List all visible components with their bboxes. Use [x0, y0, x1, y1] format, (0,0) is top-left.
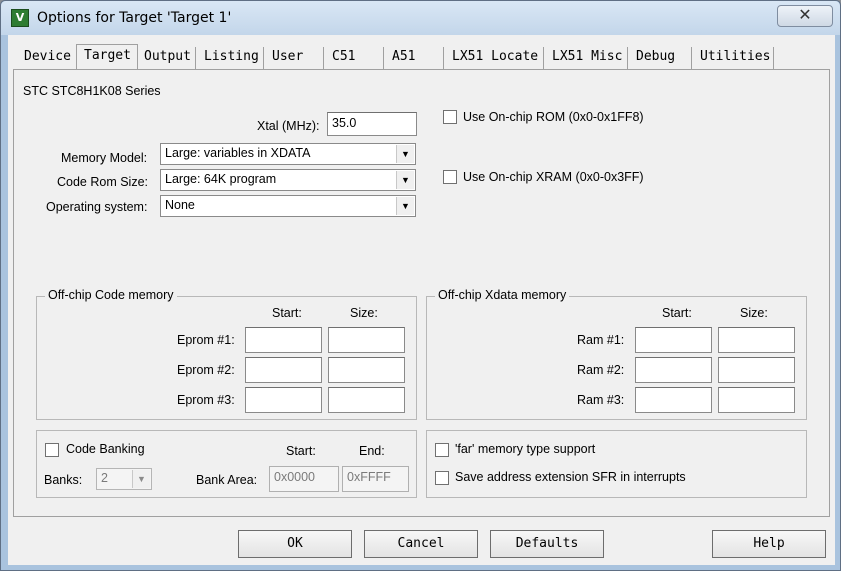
offchip-code-memory-group: Off-chip Code memory Start: Size: Eprom …	[36, 288, 417, 420]
code-rom-size-value: Large: 64K program	[165, 172, 277, 186]
tab-label: Target	[84, 48, 131, 63]
ram-1-label: Ram #1:	[577, 333, 625, 347]
xdata-start-header: Start:	[662, 306, 692, 320]
eprom-1-start-input[interactable]	[245, 327, 322, 353]
tab-listing[interactable]: Listing	[196, 47, 264, 69]
offchip-xdata-memory-title: Off-chip Xdata memory	[435, 288, 570, 302]
code-banking-checkbox[interactable]	[45, 443, 59, 457]
tab-strip: Device Target Output Listing User C51 A5…	[8, 35, 835, 70]
tab-c51[interactable]: C51	[324, 47, 384, 69]
memory-model-label: Memory Model:	[61, 151, 148, 165]
ram-2-label: Ram #2:	[577, 363, 625, 377]
tab-target[interactable]: Target	[76, 44, 138, 70]
tab-output[interactable]: Output	[136, 47, 196, 69]
help-button[interactable]: Help	[712, 530, 826, 558]
tab-label: Listing	[204, 49, 259, 64]
cancel-button[interactable]: Cancel	[364, 530, 478, 558]
ram-2-start-input[interactable]	[635, 357, 712, 383]
dropdown-arrow-icon: ▼	[396, 171, 414, 189]
banks-label: Banks:	[44, 473, 83, 487]
ram-3-size-input[interactable]	[718, 387, 795, 413]
eprom-1-label: Eprom #1:	[177, 333, 235, 347]
bank-end-header: End:	[359, 444, 385, 458]
tab-utilities[interactable]: Utilities	[692, 47, 774, 69]
eprom-2-start-input[interactable]	[245, 357, 322, 383]
keil-app-icon: V	[11, 9, 29, 27]
code-rom-size-select[interactable]: Large: 64K program ▼	[160, 169, 416, 191]
eprom-3-start-input[interactable]	[245, 387, 322, 413]
ram-1-start-input[interactable]	[635, 327, 712, 353]
tab-label: User	[272, 49, 304, 64]
ram-1-size-input[interactable]	[718, 327, 795, 353]
defaults-button[interactable]: Defaults	[490, 530, 604, 558]
eprom-3-size-input[interactable]	[328, 387, 405, 413]
dropdown-arrow-icon: ▼	[396, 145, 414, 163]
dropdown-arrow-icon: ▼	[396, 197, 414, 215]
offchip-code-memory-title: Off-chip Code memory	[45, 288, 177, 302]
eprom-3-label: Eprom #3:	[177, 393, 235, 407]
banks-value: 2	[101, 471, 108, 485]
tab-label: LX51 Misc	[552, 49, 623, 64]
tab-user[interactable]: User	[264, 47, 324, 69]
code-rom-size-label: Code Rom Size:	[57, 175, 149, 189]
tab-label: C51	[332, 49, 356, 64]
operating-system-select[interactable]: None ▼	[160, 195, 416, 217]
use-onchip-rom-label: Use On-chip ROM (0x0-0x1FF8)	[463, 110, 644, 124]
save-sfr-checkbox[interactable]	[435, 471, 449, 485]
tab-lx51-misc[interactable]: LX51 Misc	[544, 47, 628, 69]
tab-label: Debug	[636, 49, 676, 64]
eprom-2-label: Eprom #2:	[177, 363, 235, 377]
code-banking-label: Code Banking	[66, 442, 145, 456]
tab-a51[interactable]: A51	[384, 47, 444, 69]
tab-label: Output	[144, 49, 191, 64]
window-title: Options for Target 'Target 1'	[37, 10, 232, 26]
bank-area-label: Bank Area:	[196, 473, 258, 487]
tab-lx51-locate[interactable]: LX51 Locate	[444, 47, 544, 69]
xdata-size-header: Size:	[740, 306, 768, 320]
tab-label: LX51 Locate	[452, 49, 539, 64]
code-start-header: Start:	[272, 306, 302, 320]
tab-label: Device	[24, 49, 71, 64]
tab-debug[interactable]: Debug	[628, 47, 692, 69]
title-bar[interactable]: V Options for Target 'Target 1' ✕	[1, 1, 840, 35]
memory-model-value: Large: variables in XDATA	[165, 146, 311, 160]
ram-3-label: Ram #3:	[577, 393, 625, 407]
dialog-client-area: Device Target Output Listing User C51 A5…	[8, 35, 835, 565]
operating-system-value: None	[165, 198, 195, 212]
far-memory-checkbox[interactable]	[435, 443, 449, 457]
tab-label: Utilities	[700, 49, 771, 64]
ram-3-start-input[interactable]	[635, 387, 712, 413]
ok-button[interactable]: OK	[238, 530, 352, 558]
memory-options-group: 'far' memory type support Save address e…	[426, 430, 807, 498]
code-size-header: Size:	[350, 306, 378, 320]
bank-area-start-input[interactable]: 0x0000	[269, 466, 339, 492]
use-onchip-xram-checkbox[interactable]	[443, 170, 457, 184]
bank-area-end-input[interactable]: 0xFFFF	[342, 466, 409, 492]
close-button[interactable]: ✕	[777, 5, 833, 27]
options-dialog: V Options for Target 'Target 1' ✕ Device…	[0, 0, 841, 571]
close-icon: ✕	[798, 7, 812, 24]
save-sfr-label: Save address extension SFR in interrupts	[455, 470, 686, 484]
xtal-input[interactable]: 35.0	[327, 112, 417, 136]
dropdown-arrow-icon: ▼	[132, 470, 150, 488]
eprom-1-size-input[interactable]	[328, 327, 405, 353]
tab-label: A51	[392, 49, 416, 64]
use-onchip-rom-checkbox[interactable]	[443, 110, 457, 124]
device-name: STC STC8H1K08 Series	[23, 84, 161, 98]
xtal-label: Xtal (MHz):	[257, 119, 320, 133]
ram-2-size-input[interactable]	[718, 357, 795, 383]
tab-device[interactable]: Device	[16, 47, 78, 69]
offchip-xdata-memory-group: Off-chip Xdata memory Start: Size: Ram #…	[426, 288, 807, 420]
eprom-2-size-input[interactable]	[328, 357, 405, 383]
memory-model-select[interactable]: Large: variables in XDATA ▼	[160, 143, 416, 165]
use-onchip-xram-label: Use On-chip XRAM (0x0-0x3FF)	[463, 170, 644, 184]
banks-select[interactable]: 2 ▼	[96, 468, 152, 490]
operating-system-label: Operating system:	[46, 200, 148, 214]
bank-start-header: Start:	[286, 444, 316, 458]
code-banking-group: Code Banking Start: End: Banks: 2 ▼ Bank…	[36, 430, 417, 498]
far-memory-label: 'far' memory type support	[455, 442, 596, 456]
target-tab-panel: STC STC8H1K08 Series Xtal (MHz): 35.0 Me…	[13, 69, 830, 517]
